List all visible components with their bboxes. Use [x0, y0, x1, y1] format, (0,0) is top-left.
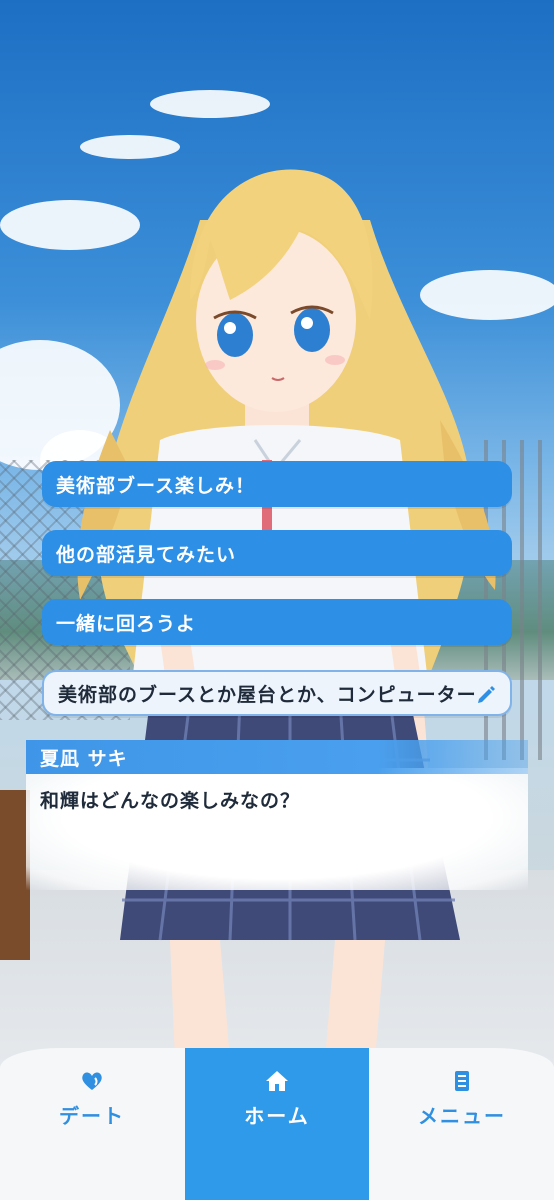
custom-reply-text: 美術部のブースとか屋台とか、コンピューター: [58, 683, 477, 706]
nav-date[interactable]: デート: [0, 1048, 184, 1200]
bottom-nav: デート ホーム メニュー: [0, 1048, 554, 1200]
nav-menu-label: メニュー: [418, 1104, 506, 1128]
speaker-name: 夏凪 サキ: [40, 747, 128, 770]
nav-menu[interactable]: メニュー: [370, 1048, 554, 1200]
choice-label: 美術部ブース楽しみ！: [56, 474, 256, 497]
dialogue-box[interactable]: 夏凪 サキ 和輝はどんなの楽しみなの？: [26, 740, 528, 890]
custom-reply-input[interactable]: 美術部のブースとか屋台とか、コンピューター: [42, 670, 512, 716]
heart-icon: [82, 1072, 102, 1090]
speaker-name-tag: 夏凪 サキ: [26, 740, 528, 774]
choice-button[interactable]: 美術部ブース楽しみ！: [42, 461, 512, 507]
choice-label: 他の部活見てみたい: [56, 543, 237, 566]
nav-home[interactable]: ホーム: [185, 1048, 369, 1200]
menu-doc-icon: [455, 1071, 469, 1091]
choice-label: 一緒に回ろうよ: [56, 612, 197, 635]
game-screen: 美術部ブース楽しみ！ 他の部活見てみたい 一緒に回ろうよ 美術部のブースとか屋台…: [0, 0, 554, 1200]
nav-date-label: デート: [59, 1104, 125, 1128]
choice-button[interactable]: 一緒に回ろうよ: [42, 599, 512, 645]
home-icon: [266, 1071, 288, 1091]
choice-button[interactable]: 他の部活見てみたい: [42, 530, 512, 576]
dialogue-text: 和輝はどんなの楽しみなの？: [40, 790, 301, 812]
nav-home-label: ホーム: [244, 1104, 310, 1128]
pencil-icon[interactable]: [476, 684, 496, 704]
